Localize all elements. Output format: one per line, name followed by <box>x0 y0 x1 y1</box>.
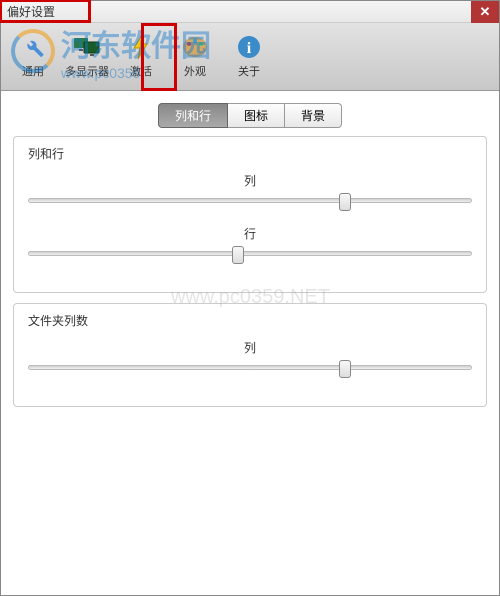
close-icon: ✕ <box>480 4 491 20</box>
toolbar-item-monitors[interactable]: 多显示器 <box>63 27 111 90</box>
slider-label: 行 <box>28 225 472 242</box>
toolbar-label: 多显示器 <box>65 63 109 79</box>
tab-icons[interactable]: 图标 <box>228 103 285 128</box>
slider-group-columns: 列 <box>28 172 472 211</box>
slider-track <box>28 365 472 370</box>
rows-slider[interactable] <box>28 244 472 264</box>
slider-label: 列 <box>28 172 472 189</box>
palette-icon <box>181 33 209 61</box>
slider-label: 列 <box>28 339 472 356</box>
slider-thumb[interactable] <box>232 246 244 264</box>
info-icon: i <box>235 33 263 61</box>
panel-columns-rows: 列和行 列 行 <box>13 136 487 293</box>
svg-text:i: i <box>247 40 252 57</box>
toolbar-item-appearance[interactable]: 外观 <box>171 27 219 90</box>
wrench-icon <box>19 33 47 61</box>
toolbar-item-activate[interactable]: 激活 <box>117 27 165 90</box>
slider-thumb[interactable] <box>339 193 351 211</box>
slider-group-rows: 行 <box>28 225 472 264</box>
window-title: 偏好设置 <box>7 3 55 20</box>
slider-group-folder-columns: 列 <box>28 339 472 378</box>
preferences-window: 偏好设置 ✕ 通用 多显示器 激活 外观 <box>0 0 500 596</box>
content-area: 列和行 图标 背景 列和行 列 行 文件夹列数 <box>1 91 499 595</box>
toolbar-item-general[interactable]: 通用 <box>9 27 57 90</box>
panel-title: 列和行 <box>28 145 472 162</box>
panel-title: 文件夹列数 <box>28 312 472 329</box>
toolbar-label: 关于 <box>238 63 260 79</box>
toolbar-label: 通用 <box>22 63 44 79</box>
toolbar-label: 激活 <box>130 63 152 79</box>
monitors-icon <box>73 33 101 61</box>
slider-track <box>28 198 472 203</box>
toolbar-item-about[interactable]: i 关于 <box>225 27 273 90</box>
toolbar-label: 外观 <box>184 63 206 79</box>
tab-background[interactable]: 背景 <box>285 103 342 128</box>
tab-bar: 列和行 图标 背景 <box>13 103 487 128</box>
bolt-icon <box>127 33 155 61</box>
tab-columns-rows[interactable]: 列和行 <box>158 103 228 128</box>
toolbar: 通用 多显示器 激活 外观 i 关于 <box>1 23 499 91</box>
slider-track <box>28 251 472 256</box>
slider-thumb[interactable] <box>339 360 351 378</box>
titlebar: 偏好设置 ✕ <box>1 1 499 23</box>
close-button[interactable]: ✕ <box>471 1 499 23</box>
columns-slider[interactable] <box>28 191 472 211</box>
panel-folder-columns: 文件夹列数 列 <box>13 303 487 407</box>
folder-columns-slider[interactable] <box>28 358 472 378</box>
